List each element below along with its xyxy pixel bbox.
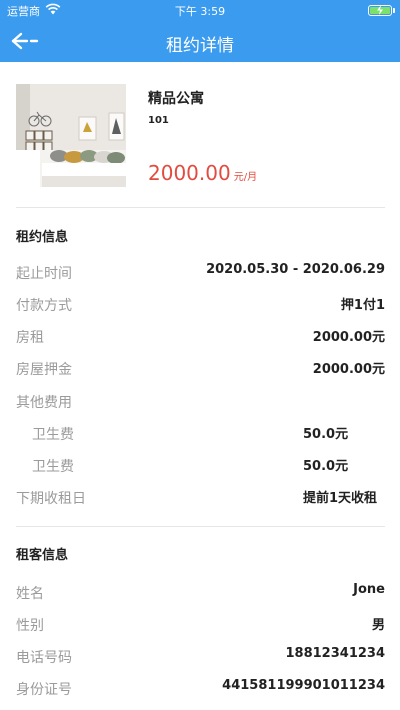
row-value: 2000.00元: [312, 362, 385, 377]
tenant-row-gender: 性别 男: [0, 613, 400, 635]
tenant-row-id-number: 身份证号 441581199901011234: [0, 677, 400, 699]
battery-icon: [368, 5, 395, 16]
property-price: 2000.00 元/月: [148, 161, 257, 185]
property-name: 精品公寓: [148, 91, 204, 107]
property-room-number: 101: [148, 115, 169, 126]
row-value: 男: [371, 618, 385, 633]
lease-row-other-fees: 其他费用: [0, 390, 400, 412]
row-value: 441581199901011234: [222, 678, 385, 693]
row-label: 其他费用: [16, 395, 72, 411]
lease-row-fee-item: 卫生费 50.0元: [0, 454, 400, 476]
row-label: 起止时间: [16, 266, 72, 282]
row-value: 2000.00元: [312, 330, 385, 345]
lease-row-payment-method: 付款方式 押1付1: [0, 293, 400, 315]
row-label: 姓名: [16, 586, 44, 602]
property-photo: [16, 84, 126, 187]
row-value: 50.0元: [303, 459, 349, 474]
price-unit: 元/月: [233, 172, 258, 183]
tenant-row-name: 姓名 Jone: [0, 581, 400, 603]
row-value: 2020.05.30 - 2020.06.29: [206, 262, 385, 277]
row-label: 电话号码: [16, 650, 72, 666]
lease-row-deposit: 房屋押金 2000.00元: [0, 357, 400, 379]
row-label: 房租: [16, 330, 44, 346]
row-label: 性别: [16, 618, 44, 634]
property-card[interactable]: 精品公寓 101 2000.00 元/月: [16, 84, 386, 187]
row-value: 18812341234: [285, 646, 386, 661]
lease-info-title: 租约信息: [16, 230, 69, 245]
tenant-row-phone: 电话号码 18812341234: [0, 645, 400, 667]
price-amount: 2000.00: [148, 161, 231, 185]
divider: [16, 526, 385, 527]
row-label: 下期收租日: [16, 491, 86, 507]
row-label: 卫生费: [32, 427, 74, 443]
divider: [16, 207, 385, 208]
row-value: Jone: [353, 582, 385, 597]
row-label: 房屋押金: [16, 362, 72, 378]
status-time: 下午 3:59: [174, 5, 226, 18]
lease-row-rent: 房租 2000.00元: [0, 325, 400, 347]
row-value: 提前1天收租: [303, 491, 378, 506]
lease-row-period: 起止时间 2020.05.30 - 2020.06.29: [0, 261, 400, 283]
row-label: 付款方式: [16, 298, 72, 314]
lease-row-fee-item: 卫生费 50.0元: [0, 422, 400, 444]
status-bar: 运营商 下午 3:59: [0, 0, 400, 20]
nav-bar: 租约详情: [0, 20, 400, 62]
row-label: 卫生费: [32, 459, 74, 475]
page-title: 租约详情: [166, 36, 234, 56]
lease-row-next-rent-day: 下期收租日 提前1天收租: [0, 486, 400, 508]
row-value: 50.0元: [303, 427, 349, 442]
tenant-info-title: 租客信息: [16, 548, 69, 563]
app-header: 运营商 下午 3:59 租约详情: [0, 0, 400, 62]
row-value: 押1付1: [340, 298, 385, 313]
row-label: 身份证号: [16, 682, 72, 698]
